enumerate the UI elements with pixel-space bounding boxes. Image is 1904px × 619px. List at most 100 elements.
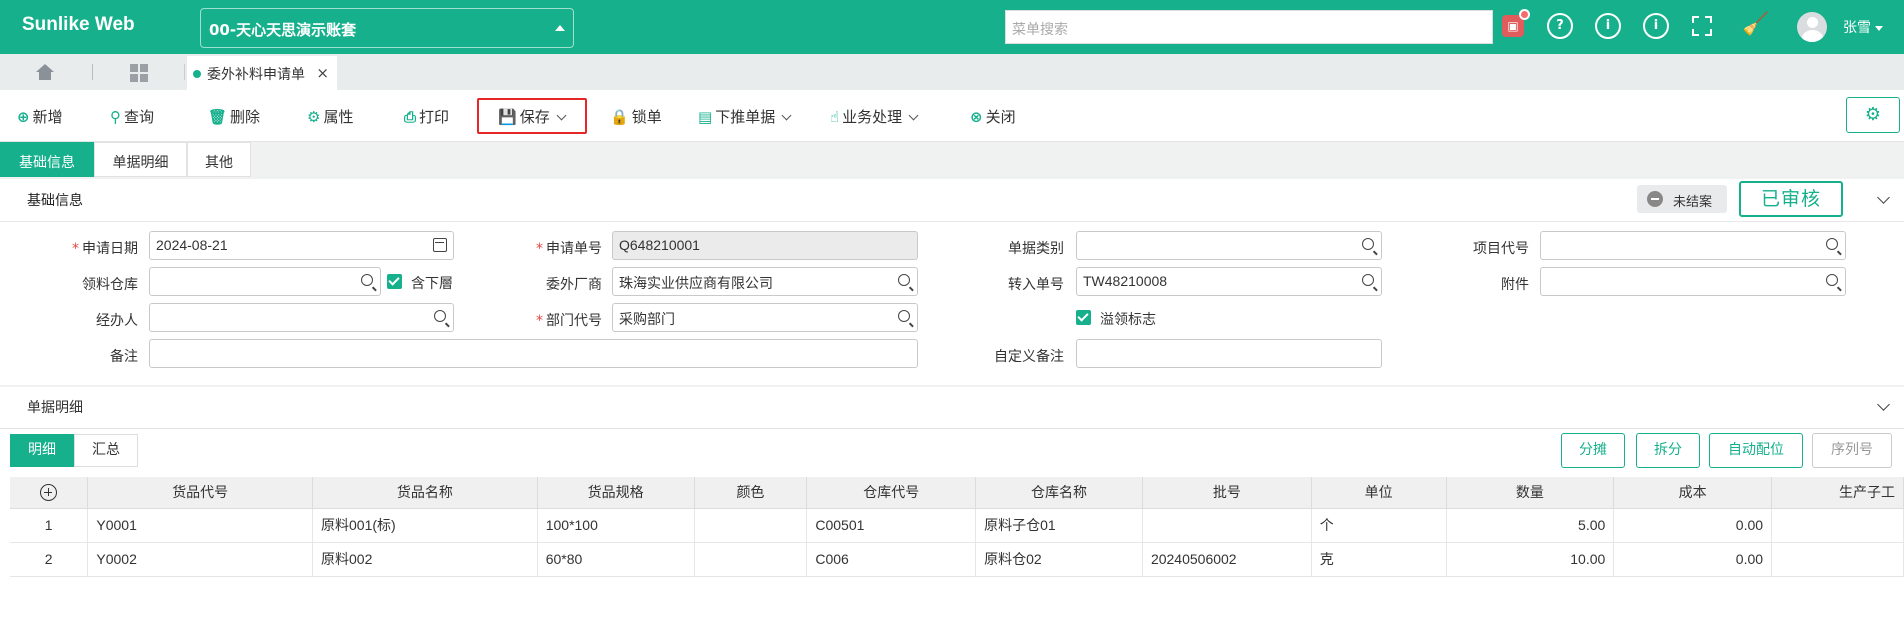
handler-field[interactable] (149, 303, 454, 332)
search-icon[interactable] (1362, 238, 1374, 250)
transfer-no-field[interactable]: TW48210008 (1076, 267, 1382, 296)
basic-info-title: 基础信息 (27, 193, 83, 209)
split-button[interactable]: 拆分 (1636, 433, 1700, 468)
doc-type-label: 单据类别 (1008, 241, 1064, 257)
apply-date-field[interactable]: 2024-08-21 (149, 231, 454, 260)
tab-detail-lines[interactable]: 明细 (10, 434, 74, 467)
vendor-label: 委外厂商 (546, 277, 602, 293)
project-code-field[interactable] (1540, 231, 1846, 260)
custom-remark-label: 自定义备注 (994, 349, 1064, 365)
apply-no-label: * 申请单号 (536, 241, 602, 257)
about-icon[interactable]: i (1643, 13, 1669, 39)
search-icon[interactable] (898, 274, 910, 286)
clear-cache-icon[interactable]: 🧹 (1742, 12, 1769, 37)
auto-match-button[interactable]: 自动配位 (1709, 433, 1803, 468)
close-button[interactable]: ⊗ 关闭 (970, 106, 1016, 127)
table-header: 货品代号 货品名称 货品规格 颜色 仓库代号 仓库名称 批号 单位 数量 成本 … (10, 477, 1904, 509)
attachment-field[interactable] (1540, 267, 1846, 296)
search-icon[interactable] (898, 310, 910, 322)
tab-document-label: 委外补料申请单 (207, 67, 305, 83)
detail-title: 单据明细 (27, 400, 83, 416)
doc-type-field[interactable] (1076, 231, 1382, 260)
gear-icon: ⚙ (307, 108, 321, 126)
remark-field[interactable] (149, 339, 918, 368)
tab-basic-info[interactable]: 基础信息 (0, 142, 94, 177)
serial-number-button: 序列号 (1812, 433, 1892, 468)
tab-detail[interactable]: 单据明细 (94, 142, 187, 177)
search-icon[interactable] (361, 274, 373, 286)
chevron-down-icon (781, 110, 792, 121)
business-process-button[interactable]: ☝ 业务处理 (830, 106, 919, 127)
add-row-button[interactable] (10, 477, 89, 509)
query-button[interactable]: ⚲ 查询 (110, 106, 154, 127)
fullscreen-icon[interactable] (1692, 16, 1712, 36)
include-sub-checkbox[interactable] (387, 274, 402, 289)
warehouse-field[interactable] (149, 267, 381, 296)
column-header: 批号 (1142, 477, 1312, 509)
column-header: 生产子工 (1771, 477, 1904, 509)
collapse-icon[interactable] (1877, 398, 1890, 411)
document-icon: ▤ (698, 108, 713, 126)
account-selector[interactable]: 00-天心天思演示账套 (200, 8, 574, 48)
detail-table: 货品代号 货品名称 货品规格 颜色 仓库代号 仓库名称 批号 单位 数量 成本 … (10, 477, 1904, 577)
push-document-button[interactable]: ▤ 下推单据 (698, 106, 792, 127)
plus-circle-icon (40, 484, 58, 502)
app-brand: Sunlike Web (22, 14, 135, 35)
search-icon[interactable] (434, 310, 446, 322)
project-code-label: 项目代号 (1473, 241, 1529, 257)
tab-other[interactable]: 其他 (187, 142, 251, 177)
allocate-button[interactable]: 分摊 (1561, 433, 1625, 468)
search-icon[interactable] (1826, 274, 1838, 286)
calendar-notification-icon[interactable]: ▣ (1502, 9, 1530, 37)
delete-button[interactable]: 🗑 删除 (208, 106, 260, 127)
app-grid-icon[interactable] (130, 64, 148, 82)
column-header: 仓库代号 (806, 477, 977, 509)
column-header: 数量 (1446, 477, 1615, 509)
search-icon[interactable] (1826, 238, 1838, 250)
column-header: 货品代号 (87, 477, 314, 509)
warehouse-label: 领料仓库 (82, 277, 138, 293)
help-icon[interactable]: ? (1547, 13, 1573, 39)
remark-label: 备注 (110, 349, 138, 365)
table-row[interactable]: 2 Y0002 原料002 60*80 C006 原料仓02 202405060… (10, 542, 1904, 577)
properties-button[interactable]: ⚙ 属性 (307, 106, 353, 127)
search-icon[interactable] (1362, 274, 1374, 286)
add-button[interactable]: ⊕ 新增 (17, 106, 63, 127)
include-sub-label: 含下層 (411, 276, 453, 292)
hand-pointer-icon: ☝ (830, 108, 840, 126)
settings-button[interactable]: ⚙ (1846, 97, 1900, 133)
collapse-icon[interactable] (1877, 191, 1890, 204)
calendar-icon[interactable] (433, 238, 447, 252)
close-tab-icon[interactable]: × (316, 64, 329, 82)
close-circle-icon: ⊗ (970, 108, 983, 126)
plus-circle-icon: ⊕ (17, 108, 30, 126)
home-icon[interactable] (36, 64, 54, 80)
toolbar: ⊕ 新增 ⚲ 查询 🗑 删除 ⚙ 属性 ⎙ 打印 💾 保存 🔒 锁单 ▤ 下推单据 ☝ 业务处理 … (0, 90, 1904, 142)
minus-circle-icon (1647, 191, 1663, 207)
tab-document[interactable]: 委外补料申请单 × (187, 56, 337, 90)
column-header: 单位 (1311, 477, 1447, 509)
detail-panel: 单据明细 明细 汇总 分摊 拆分 自动配位 序列号 货品代号 货品名称 货品规格… (0, 387, 1904, 619)
lock-icon: 🔒 (610, 108, 629, 126)
dept-code-field[interactable]: 采购部门 (612, 303, 918, 332)
user-name[interactable]: 张雪 (1843, 17, 1883, 37)
trash-icon: 🗑 (208, 108, 228, 126)
tab-summary[interactable]: 汇总 (74, 434, 138, 467)
search-icon: ⚲ (110, 108, 121, 126)
table-row[interactable]: 1 Y0001 原料001(标) 100*100 C00501 原料子仓01 个… (10, 508, 1904, 543)
column-header: 货品规格 (537, 477, 695, 509)
avatar[interactable] (1797, 12, 1827, 42)
gear-icon: ⚙ (1864, 104, 1882, 125)
chevron-down-icon (908, 110, 919, 121)
menu-search-input[interactable]: 菜单搜索 (1005, 10, 1493, 44)
overflow-flag-checkbox[interactable] (1076, 310, 1091, 325)
custom-remark-field[interactable] (1076, 339, 1382, 368)
vendor-field[interactable]: 珠海实业供应商有限公司 (612, 267, 918, 296)
printer-icon: ⎙ (404, 108, 417, 126)
info-icon[interactable]: i (1595, 13, 1621, 39)
apply-date-label: * 申请日期 (72, 241, 138, 257)
print-button[interactable]: ⎙ 打印 (404, 106, 449, 127)
save-highlight (477, 98, 587, 134)
lock-button[interactable]: 🔒 锁单 (610, 106, 662, 127)
active-dot (193, 70, 201, 78)
